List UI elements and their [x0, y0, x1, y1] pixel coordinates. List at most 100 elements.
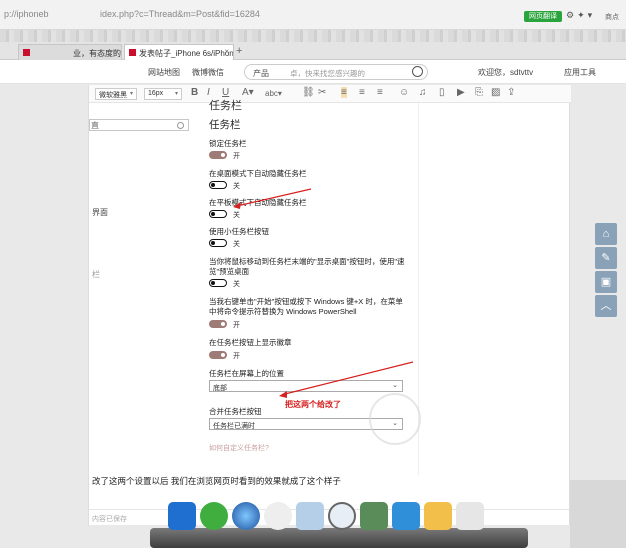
align-center-icon[interactable]: ≡ [359, 87, 365, 98]
combine-value: 任务栏已满时 [213, 423, 255, 430]
clock-icon[interactable] [328, 502, 356, 530]
toggle-switch [209, 210, 227, 218]
app-icon[interactable] [360, 502, 388, 530]
align-right-icon[interactable]: ≡ [377, 87, 383, 98]
tab-label: 业，有态度的 [73, 49, 121, 58]
setting-label: 当你将鼠标移动到任务栏末端的"显示桌面"按钮时，使用"速览"预览桌面 [209, 257, 405, 276]
toggle-state: 关 [233, 281, 240, 288]
arrow-head [279, 391, 287, 398]
video-icon[interactable]: ▶ [457, 87, 465, 98]
translate-extension-badge[interactable]: 网页翻译 [524, 11, 562, 22]
tab-news[interactable]: 业，有态度的 × [18, 44, 122, 60]
toggle-state: 关 [233, 241, 240, 248]
toggle-switch [209, 320, 227, 328]
app-icon[interactable] [456, 502, 484, 530]
tab-post[interactable]: 发表帖子_iPhone 6s/iPhone 6 × [124, 44, 234, 60]
addr-right-label: 商点 [605, 14, 619, 21]
search-box-fragment: 直 [91, 121, 99, 130]
address-url[interactable]: idex.php?c=Thread&m=Post&fid=16284 [100, 9, 260, 19]
page-title: 任务栏 [209, 119, 241, 131]
windows-start-icon[interactable] [232, 502, 260, 530]
app-icon[interactable] [168, 502, 196, 530]
close-icon[interactable]: × [112, 47, 117, 56]
chevron-down-icon: ▾ [129, 91, 133, 97]
page-gutter-left [0, 85, 88, 525]
editor-content[interactable]: 直 界面 栏 任务栏 任务栏 锁定任务栏 开 在桌面模式下自动隐藏任务栏 关 在… [89, 100, 571, 508]
page-gutter-right: ⌂ ✎ ▣ ︿ [571, 85, 626, 525]
font-family-value: 微软雅黑 [99, 92, 127, 99]
document-icon[interactable]: ▯ [439, 87, 445, 98]
page-title-cut: 任务栏 [209, 100, 242, 112]
search-type-select[interactable]: 产品 [253, 68, 269, 79]
back-to-top-icon[interactable]: ︿ [595, 295, 617, 317]
site-favicon-icon [129, 49, 136, 56]
annotation-text: 把这两个给改了 [285, 400, 341, 409]
search-input[interactable]: 卓，快来找您感兴趣的 [290, 68, 365, 79]
music-icon[interactable]: ♫ [419, 87, 427, 98]
toggle-state: 关 [233, 183, 240, 190]
calendar-icon[interactable]: ▣ [595, 271, 617, 293]
address-url-prefix: p://iphoneb [4, 9, 49, 19]
toggle-switch [209, 239, 227, 247]
image-icon[interactable]: ▨ [491, 87, 500, 98]
apps-menu[interactable]: 应用工具 [564, 67, 596, 78]
app-icon[interactable] [392, 502, 420, 530]
edit-icon[interactable]: ✎ [595, 247, 617, 269]
help-link: 如何自定义任务栏? [209, 445, 269, 452]
settings-screenshot: 直 界面 栏 任务栏 任务栏 锁定任务栏 开 在桌面模式下自动隐藏任务栏 关 在… [89, 100, 421, 475]
site-favicon-icon [23, 49, 30, 56]
settings-search-box: 直 [89, 119, 189, 131]
extension-icons[interactable]: ⚙✦▾ [566, 10, 595, 21]
watermark-seal [369, 393, 421, 445]
address-bar[interactable]: p://iphoneb idex.php?c=Thread&m=Post&fid… [0, 0, 626, 30]
close-icon[interactable]: × [224, 47, 229, 56]
new-tab-button[interactable]: + [236, 45, 242, 57]
post-caption: 改了这两个设置以后 我们在浏览网页时看到的效果就成了这个样子 [92, 476, 341, 486]
toggle-state: 开 [233, 322, 240, 329]
setting-label: 锁定任务栏 [209, 139, 247, 148]
site-nav-bar: 网站地图 微博微信 产品 卓，快来找您感兴趣的 欢迎您，sdtvttv 应用工具 [0, 60, 626, 84]
font-color-icon[interactable]: A▾ [242, 87, 254, 98]
post-editor: 微软雅黑 ▾ 16px ▾ B I U A▾ abc▾ ⛓ ✂ ≡ ≡ ≡ ☺ … [88, 85, 571, 525]
toggle-state: 关 [233, 212, 240, 219]
toggle-state: 开 [233, 153, 240, 160]
home-icon[interactable]: ⌂ [595, 223, 617, 245]
upload-icon[interactable]: ⇪ [507, 87, 515, 98]
setting-label: 在平板模式下自动隐藏任务栏 [209, 198, 307, 207]
tab-strip: 业，有态度的 × 发表帖子_iPhone 6s/iPhone 6 × + [0, 42, 626, 60]
emoji-icon[interactable]: ☺ [399, 87, 409, 98]
desktop-dock [150, 500, 528, 548]
site-search-box[interactable]: 产品 卓，快来找您感兴趣的 [244, 64, 428, 80]
attachment-icon[interactable]: ⎘ [475, 87, 483, 98]
toggle-state: 开 [233, 353, 240, 360]
editor-toolbar: 微软雅黑 ▾ 16px ▾ B I U A▾ abc▾ ⛓ ✂ ≡ ≡ ≡ ☺ … [89, 85, 571, 103]
setting-label: 在桌面模式下自动隐藏任务栏 [209, 169, 307, 178]
font-size-select[interactable]: 16px ▾ [144, 88, 182, 100]
position-value: 底部 [213, 385, 227, 392]
search-icon[interactable] [412, 66, 423, 77]
font-size-value: 16px [148, 90, 164, 97]
recycle-bin-icon[interactable] [296, 502, 324, 530]
setting-label: 当我右键单击"开始"按钮或按下 Windows 键+X 时，在菜单中将命令提示符… [209, 297, 403, 316]
toggle-switch [209, 181, 227, 189]
app-icon[interactable] [264, 502, 292, 530]
side-label-interface: 界面 [92, 208, 108, 217]
folder-icon[interactable] [424, 502, 452, 530]
setting-label: 使用小任务栏按钮 [209, 227, 269, 236]
ie-icon[interactable] [200, 502, 228, 530]
dock-base [150, 528, 528, 548]
side-label-taskbar: 栏 [92, 270, 100, 279]
font-family-select[interactable]: 微软雅黑 ▾ [95, 88, 137, 100]
unlink-icon[interactable]: ✂ [318, 87, 326, 98]
toggle-switch [209, 279, 227, 287]
welcome-user[interactable]: 欢迎您，sdtvttv [478, 67, 533, 78]
bold-icon[interactable]: B [191, 87, 198, 98]
toggle-switch [209, 151, 227, 159]
site-map-link[interactable]: 网站地图 [148, 67, 180, 78]
weibo-link[interactable]: 微博微信 [192, 67, 224, 78]
align-left-icon[interactable]: ≡ [341, 87, 347, 98]
setting-label: 在任务栏按钮上显示徽章 [209, 338, 292, 347]
link-icon[interactable]: ⛓ [302, 87, 315, 98]
chevron-down-icon: ▾ [174, 91, 178, 97]
strikethrough-icon[interactable]: abc▾ [265, 89, 282, 98]
